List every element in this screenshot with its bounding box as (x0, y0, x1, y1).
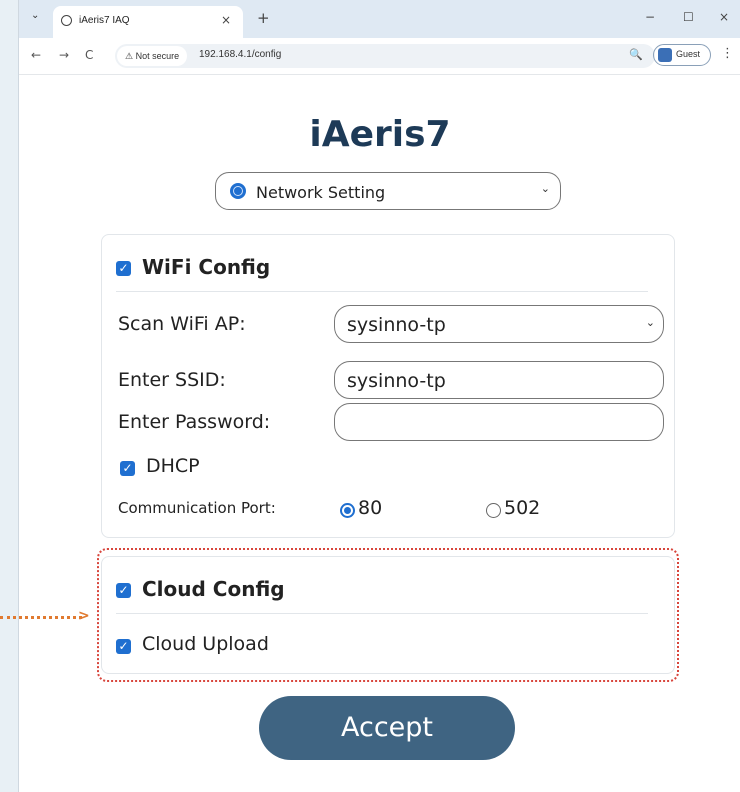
scan-wifi-label: Scan WiFi AP: (118, 313, 246, 335)
profile-label: Guest (676, 49, 701, 59)
minimize-button[interactable]: − (645, 10, 655, 24)
mode-select[interactable]: Network Setting ⌄ (215, 172, 561, 210)
dhcp-checkbox[interactable]: ✓ (120, 461, 135, 476)
new-tab-button[interactable]: + (257, 9, 270, 27)
page-title: iAeris7 (309, 114, 451, 155)
password-label: Enter Password: (118, 411, 271, 433)
site-icon (61, 15, 72, 26)
port-80-label: 80 (358, 497, 383, 519)
port-80-radio[interactable] (340, 503, 355, 518)
mode-select-value: Network Setting (256, 183, 386, 202)
avatar (658, 48, 672, 62)
ssid-value: sysinno-tp (347, 370, 446, 392)
tab-iaeris[interactable]: iAeris7 IAQ × (53, 6, 243, 38)
cloud-highlight-outline (97, 548, 679, 682)
profile-button[interactable]: Guest (653, 44, 711, 66)
tab-search-icon[interactable]: ⌄ (31, 10, 39, 21)
more-menu-icon[interactable]: ⋮ (721, 46, 734, 61)
chevron-down-icon: ⌄ (645, 316, 655, 329)
tab-title: iAeris7 IAQ (79, 15, 130, 26)
divider (116, 291, 648, 292)
wifi-config-card: ✓ WiFi Config Scan WiFi AP: sysinno-tp ⌄… (101, 234, 675, 538)
port-502-label: 502 (504, 497, 541, 519)
globe-icon (230, 183, 246, 199)
annotation-arrow-head: > (78, 608, 90, 624)
address-bar[interactable]: ⚠ Not secure 192.168.4.1/config 🔍 (115, 44, 655, 68)
zoom-icon[interactable]: 🔍 (629, 48, 643, 61)
close-window-button[interactable]: × (719, 10, 729, 24)
accept-button[interactable]: Accept (259, 696, 515, 760)
tab-close-icon[interactable]: × (221, 13, 231, 27)
ssid-input[interactable]: sysinno-tp (334, 361, 664, 399)
password-input[interactable] (334, 403, 664, 441)
wifi-config-checkbox[interactable]: ✓ (116, 261, 131, 276)
security-indicator[interactable]: ⚠ Not secure (117, 46, 188, 66)
port-502-radio[interactable] (486, 503, 501, 518)
chevron-down-icon: ⌄ (540, 182, 550, 195)
dhcp-label: DHCP (146, 455, 200, 477)
back-button[interactable]: ← (31, 48, 41, 62)
tab-strip: ⌄ iAeris7 IAQ × + − ☐ × (19, 0, 740, 38)
forward-button[interactable]: → (59, 48, 69, 62)
reload-button[interactable]: C (85, 48, 93, 62)
scan-wifi-value: sysinno-tp (347, 314, 446, 336)
annotation-arrow (0, 616, 82, 619)
port-label: Communication Port: (118, 499, 276, 517)
ssid-label: Enter SSID: (118, 369, 226, 391)
wifi-config-heading: WiFi Config (142, 255, 271, 279)
scan-wifi-select[interactable]: sysinno-tp ⌄ (334, 305, 664, 343)
maximize-button[interactable]: ☐ (683, 10, 694, 24)
url-text[interactable]: 192.168.4.1/config (199, 49, 281, 60)
browser-window: ⌄ iAeris7 IAQ × + − ☐ × ← → C ⚠ Not secu… (18, 0, 740, 792)
browser-toolbar: ← → C ⚠ Not secure 192.168.4.1/config 🔍 … (19, 38, 740, 75)
